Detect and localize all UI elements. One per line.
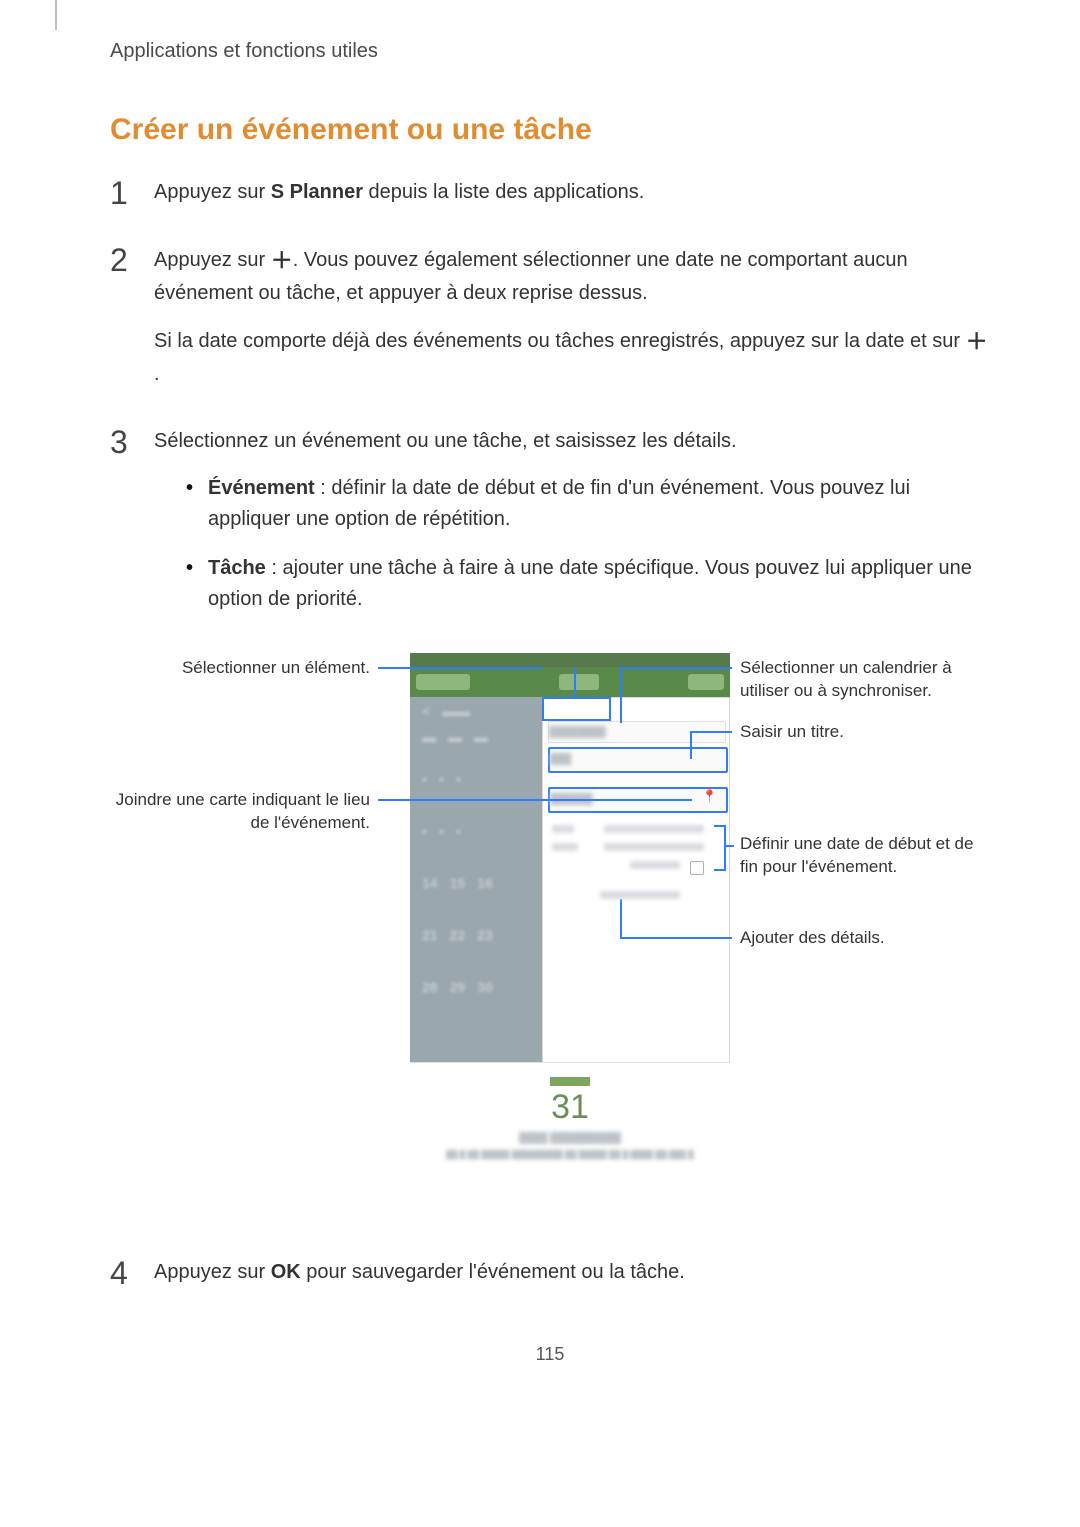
step-1-text: Appuyez sur S Planner depuis la liste de… <box>154 177 990 208</box>
callout-add-details: Ajouter des détails. <box>740 927 990 950</box>
callout-select-calendar: Sélectionner un calendrier à utiliser ou… <box>740 657 990 703</box>
step-3-bullets: Événement : définir la date de début et … <box>186 473 990 615</box>
status-bar <box>410 653 730 667</box>
bullet-task: Tâche : ajouter une tâche à faire à une … <box>186 553 990 615</box>
splanner-tabbar <box>410 667 730 697</box>
map-pin-icon: 📍 <box>702 789 717 803</box>
leader-bracket <box>714 825 726 871</box>
tab-event <box>416 674 470 690</box>
page: Applications et fonctions utiles Créer u… <box>0 0 1080 1425</box>
callout-select-item: Sélectionner un élément. <box>120 657 370 680</box>
step-number: 1 <box>110 177 132 224</box>
plus-icon: ＋ <box>271 244 293 278</box>
calendar-icon <box>550 1077 590 1086</box>
step-2: 2 Appuyez sur ＋. Vous pouvez également s… <box>110 244 990 406</box>
blurred-text: ██ █ ██ █████ █████████ ██ █████ ██ █ ██… <box>410 1150 730 1159</box>
leader-line <box>620 937 732 939</box>
section-heading: Créer un événement ou une tâche <box>110 113 990 147</box>
tab-task <box>688 674 724 690</box>
step-2-text-1: Appuyez sur ＋. Vous pouvez également sél… <box>154 244 990 309</box>
tab-anniversary <box>559 674 599 690</box>
step-1: 1 Appuyez sur S Planner depuis la liste … <box>110 177 990 224</box>
leader-line <box>690 731 692 759</box>
phone-screenshot: <▬▬ ▬▬▬ ▪▪▪ ▪▪▪ 141516 212223 282930 ███… <box>410 653 730 1193</box>
step-number: 4 <box>110 1257 132 1304</box>
leader-line <box>620 667 622 723</box>
step-4: 4 Appuyez sur OK pour sauvegarder l'évén… <box>110 1257 990 1304</box>
calendar-day-label: 31 <box>410 1088 730 1127</box>
leader-line <box>724 845 734 847</box>
step-3: 3 Sélectionnez un événement ou une tâche… <box>110 426 990 633</box>
chapter-title: Applications et fonctions utiles <box>110 40 990 63</box>
callout-set-dates: Définir une date de début et de fin pour… <box>740 833 990 879</box>
bottom-panel: 31 ████ ██████████ ██ █ ██ █████ ███████… <box>410 1062 730 1193</box>
leader-line <box>574 667 576 697</box>
leader-line <box>378 799 692 801</box>
step-4-text: Appuyez sur OK pour sauvegarder l'événem… <box>154 1257 990 1288</box>
title-input: ███ <box>548 747 728 773</box>
bullet-event: Événement : définir la date de début et … <box>186 473 990 535</box>
step-3-intro: Sélectionnez un événement ou une tâche, … <box>154 426 990 457</box>
highlight-event-tab <box>542 697 611 721</box>
blurred-text: ████ ██████████ <box>410 1133 730 1144</box>
step-number: 2 <box>110 244 132 406</box>
annotated-screenshot: <▬▬ ▬▬▬ ▪▪▪ ▪▪▪ 141516 212223 282930 ███… <box>120 653 990 1213</box>
crop-mark <box>55 0 57 30</box>
step-2-text-2: Si la date comporte déjà des événements … <box>154 325 990 390</box>
page-number: 115 <box>110 1344 990 1365</box>
leader-line <box>690 731 732 733</box>
leader-line <box>378 667 542 669</box>
calendar-grid: <▬▬ ▬▬▬ ▪▪▪ ▪▪▪ 141516 212223 282930 <box>412 697 537 1063</box>
callout-attach-map: Joindre une carte indiquant le lieu de l… <box>110 789 370 835</box>
step-number: 3 <box>110 426 132 633</box>
leader-line <box>620 667 732 669</box>
plus-icon: ＋ <box>966 325 988 359</box>
callout-enter-title: Saisir un titre. <box>740 721 990 744</box>
